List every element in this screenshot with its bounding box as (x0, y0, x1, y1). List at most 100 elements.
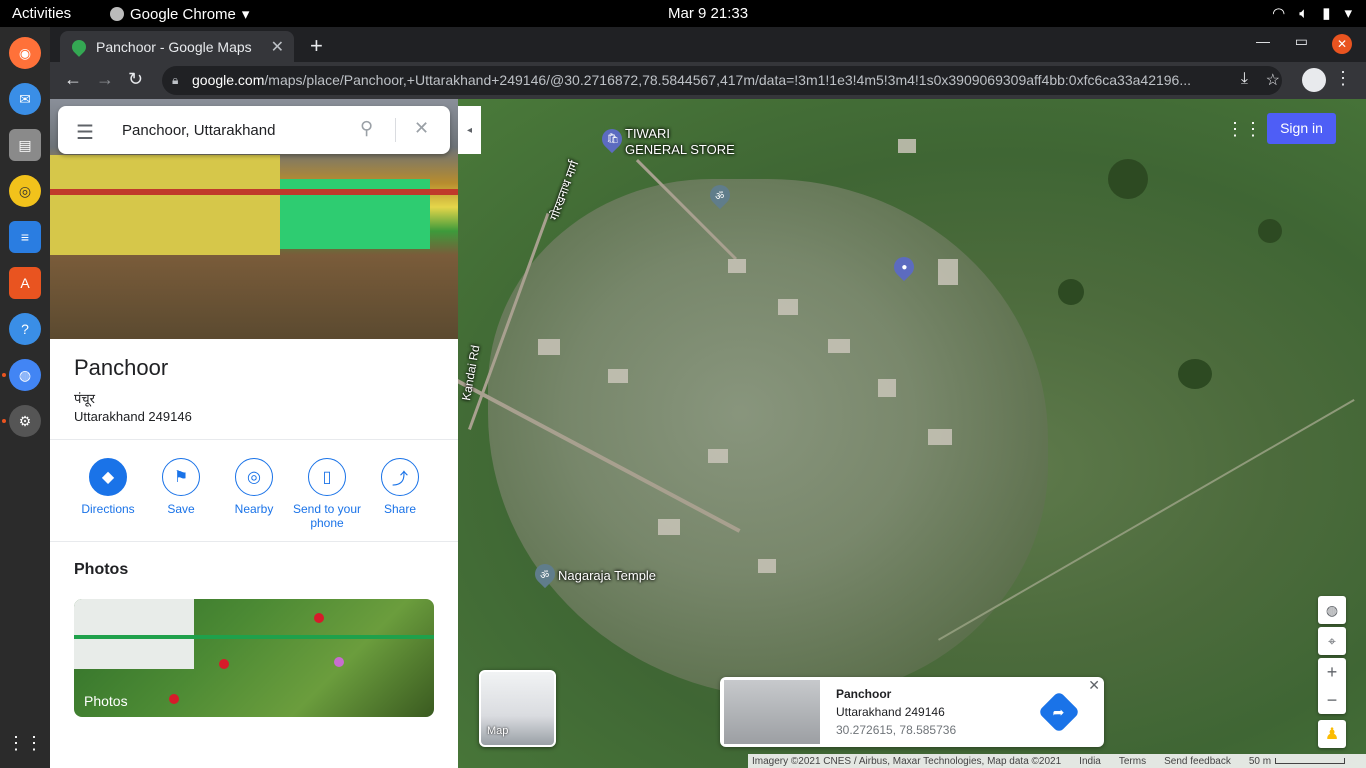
send-to-phone-button[interactable]: ▯ Send to your phone (290, 458, 364, 530)
tab-title: Panchoor - Google Maps (96, 38, 252, 55)
profile-avatar[interactable] (1302, 68, 1326, 92)
action-label: Nearby (234, 502, 274, 516)
writer-icon[interactable]: ≡ (9, 221, 41, 253)
store-label-text: TIWARI GENERAL STORE (625, 126, 735, 157)
temple-label[interactable]: Nagaraja Temple (558, 568, 656, 584)
chrome-tab-strip: Panchoor - Google Maps ✕ + — ▭ ✕ (50, 27, 1366, 62)
store-label[interactable]: TIWARI GENERAL STORE (625, 126, 735, 158)
settings-icon[interactable]: ⚙ (9, 405, 41, 437)
collapse-panel-button[interactable]: ◂ (458, 106, 481, 154)
chevron-down-icon: ▾ (241, 6, 250, 23)
clock[interactable]: Mar 9 21:33 (668, 5, 748, 22)
place-address: Uttarakhand 249146 (74, 409, 192, 424)
action-label: Send to your phone (292, 502, 362, 530)
photos-card[interactable]: Photos (74, 599, 434, 717)
search-icon[interactable]: ⚲ (360, 118, 373, 139)
thunderbird-icon[interactable]: ✉ (9, 83, 41, 115)
minimize-icon[interactable]: — (1256, 33, 1270, 49)
imagery-credit: Imagery ©2021 CNES / Airbus, Maxar Techn… (752, 755, 1062, 767)
map-layer-toggle[interactable]: Map (479, 670, 556, 747)
tab-google-maps[interactable]: Panchoor - Google Maps ✕ (60, 31, 294, 62)
clear-icon[interactable]: ✕ (414, 118, 429, 139)
place-local-name: पंचूर (74, 391, 95, 406)
zoom-controls: + − (1318, 658, 1346, 714)
search-divider (395, 118, 396, 142)
install-icon[interactable]: ⤓ (1241, 70, 1248, 88)
scale-line (1275, 757, 1346, 764)
tree (1258, 219, 1282, 243)
info-name: Panchoor (836, 687, 892, 701)
directions-icon: ◆ (89, 458, 127, 496)
building (728, 259, 746, 273)
tab-close-icon[interactable]: ✕ (271, 37, 284, 57)
info-coords: 30.272615, 78.585736 (836, 723, 957, 737)
battery-icon: ▮ (1322, 5, 1331, 22)
divider (50, 541, 458, 542)
place-info-card[interactable]: Panchoor Uttarakhand 249146 30.272615, 7… (720, 677, 1104, 747)
directions-button[interactable]: ◆ Directions (71, 458, 145, 516)
send-feedback-link[interactable]: Send feedback (1164, 756, 1231, 767)
building (708, 449, 728, 463)
search-box[interactable]: ☰ Panchoor, Uttarakhand ⚲ ✕ (58, 106, 450, 154)
back-icon[interactable]: ← (64, 69, 82, 90)
show-apps-icon[interactable]: ⋮⋮ (7, 727, 43, 759)
wifi-icon: ◠ (1272, 5, 1286, 22)
menu-icon[interactable]: ☰ (76, 120, 94, 145)
chrome-menu-icon[interactable]: ⋮ (1334, 68, 1352, 89)
rhythmbox-icon[interactable]: ◎ (9, 175, 41, 207)
active-indicator (2, 419, 6, 423)
place-thumbnail[interactable] (724, 680, 820, 744)
photos-card-label: Photos (84, 693, 128, 709)
building (828, 339, 850, 353)
photo-flower (169, 694, 179, 704)
forward-icon[interactable]: → (96, 69, 114, 90)
building (608, 369, 628, 383)
maps-favicon-icon (69, 36, 89, 57)
new-tab-button[interactable]: + (310, 33, 323, 59)
photo-wall (74, 599, 194, 669)
terms-link[interactable]: Terms (1119, 756, 1146, 767)
chrome-icon[interactable]: ◍ (9, 359, 41, 391)
action-label: Directions (81, 502, 135, 516)
region-link[interactable]: India (1079, 756, 1101, 767)
scale-bar[interactable]: 50 m (1249, 756, 1346, 767)
bookmark-star-icon[interactable]: ☆ (1266, 70, 1280, 90)
chrome-small-icon (110, 7, 124, 21)
help-icon[interactable]: ? (9, 313, 41, 345)
building (658, 519, 680, 535)
building (538, 339, 560, 355)
satellite-map[interactable]: ◂ 🛍︎ TIWARI GENERAL STORE ॐ ● ॐ Nagaraja… (458, 99, 1366, 768)
activities-button[interactable]: Activities (12, 5, 71, 22)
software-icon[interactable]: A (9, 267, 41, 299)
my-location-icon[interactable]: ⌖ (1318, 627, 1346, 655)
zoom-out-button[interactable]: − (1318, 686, 1346, 714)
close-icon[interactable]: ✕ (1088, 677, 1100, 694)
nearby-button[interactable]: ◎ Nearby (217, 458, 291, 516)
files-icon[interactable]: ▤ (9, 129, 41, 161)
action-label: Share (383, 502, 417, 516)
app-name: Google Chrome (130, 5, 236, 23)
dock: ◉ ✉ ▤ ◎ ≡ A ? ◍ ⚙ ⋮⋮ (0, 27, 50, 768)
directions-icon[interactable]: ➦ (1037, 690, 1081, 734)
restore-icon[interactable]: ▭ (1295, 33, 1308, 50)
store-pin-icon[interactable]: 🛍︎ (597, 124, 627, 154)
app-menu[interactable]: Google Chrome ▾ (110, 5, 249, 23)
lock-icon[interactable]: 🔒︎ (172, 66, 178, 95)
window-close-icon[interactable]: ✕ (1332, 34, 1352, 54)
search-input[interactable]: Panchoor, Uttarakhand (122, 122, 275, 139)
bookmark-icon: ⚑ (162, 458, 200, 496)
save-button[interactable]: ⚑ Save (144, 458, 218, 516)
sign-in-button[interactable]: Sign in (1267, 113, 1336, 144)
map-layer-label: Map (487, 725, 509, 737)
photo-flower (219, 659, 229, 669)
info-address: Uttarakhand 249146 (836, 705, 945, 719)
share-button[interactable]: ⤴ Share (363, 458, 437, 516)
pegman-icon[interactable]: ♟ (1318, 720, 1346, 748)
address-bar[interactable]: 🔒︎ google.com/maps/place/Panchoor,+Uttar… (162, 66, 1282, 95)
zoom-in-button[interactable]: + (1318, 658, 1346, 686)
reload-icon[interactable]: ↻ (128, 69, 143, 90)
chrome-toolbar: ← → ↻ 🔒︎ google.com/maps/place/Panchoor,… (50, 62, 1366, 99)
system-tray[interactable]: ◠ 🔈︎ ▮ ▾ (1272, 4, 1352, 23)
firefox-icon[interactable]: ◉ (9, 37, 41, 69)
globe-icon[interactable]: ◍ (1318, 596, 1346, 624)
